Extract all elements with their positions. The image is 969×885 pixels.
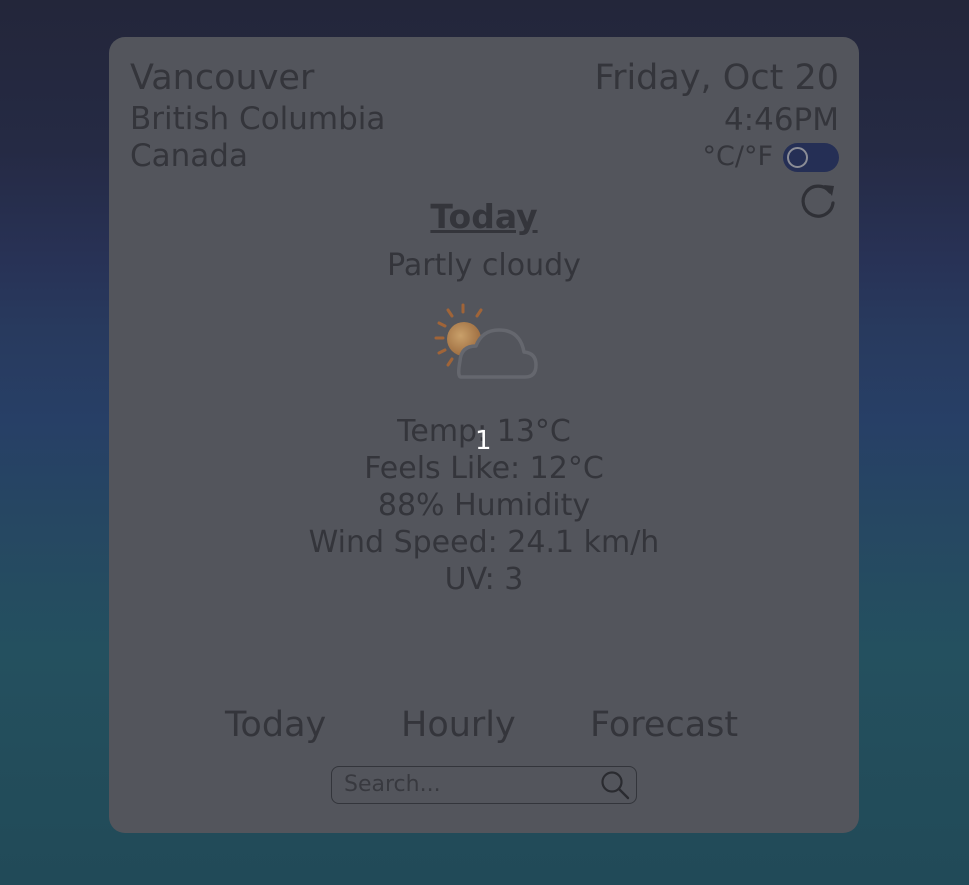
section-heading: Today bbox=[430, 197, 538, 236]
search-input[interactable] bbox=[344, 767, 594, 802]
search-icon[interactable] bbox=[600, 770, 630, 800]
wind-speed-label: Wind Speed: 24.1 km/h bbox=[308, 525, 660, 560]
partly-cloudy-icon bbox=[434, 303, 538, 379]
tab-hourly[interactable]: Hourly bbox=[401, 702, 516, 748]
date-label: Friday, Oct 20 bbox=[594, 58, 839, 98]
unit-switch-row: °C/°F bbox=[703, 142, 839, 172]
humidity-label: 88% Humidity bbox=[377, 488, 591, 523]
tab-forecast[interactable]: Forecast bbox=[590, 702, 738, 748]
country-name: Canada bbox=[130, 138, 248, 174]
datetime-block: Friday, Oct 20 4:46PM bbox=[594, 55, 839, 139]
toggle-knob bbox=[787, 146, 808, 168]
unit-label: °C/°F bbox=[702, 141, 773, 172]
time-label: 4:46PM bbox=[723, 102, 839, 138]
location-block: Vancouver British Columbia Canada bbox=[130, 55, 385, 175]
condition-text: Partly cloudy bbox=[387, 248, 581, 283]
unit-toggle[interactable] bbox=[783, 142, 839, 172]
overlay-marker: 1 bbox=[475, 426, 492, 456]
region-name: British Columbia bbox=[130, 101, 386, 137]
tab-today[interactable]: Today bbox=[225, 702, 326, 748]
weather-card: Vancouver British Columbia Canada Friday… bbox=[109, 37, 859, 833]
search-box bbox=[331, 766, 637, 804]
uv-label: UV: 3 bbox=[444, 562, 524, 597]
city-name: Vancouver bbox=[130, 58, 315, 98]
